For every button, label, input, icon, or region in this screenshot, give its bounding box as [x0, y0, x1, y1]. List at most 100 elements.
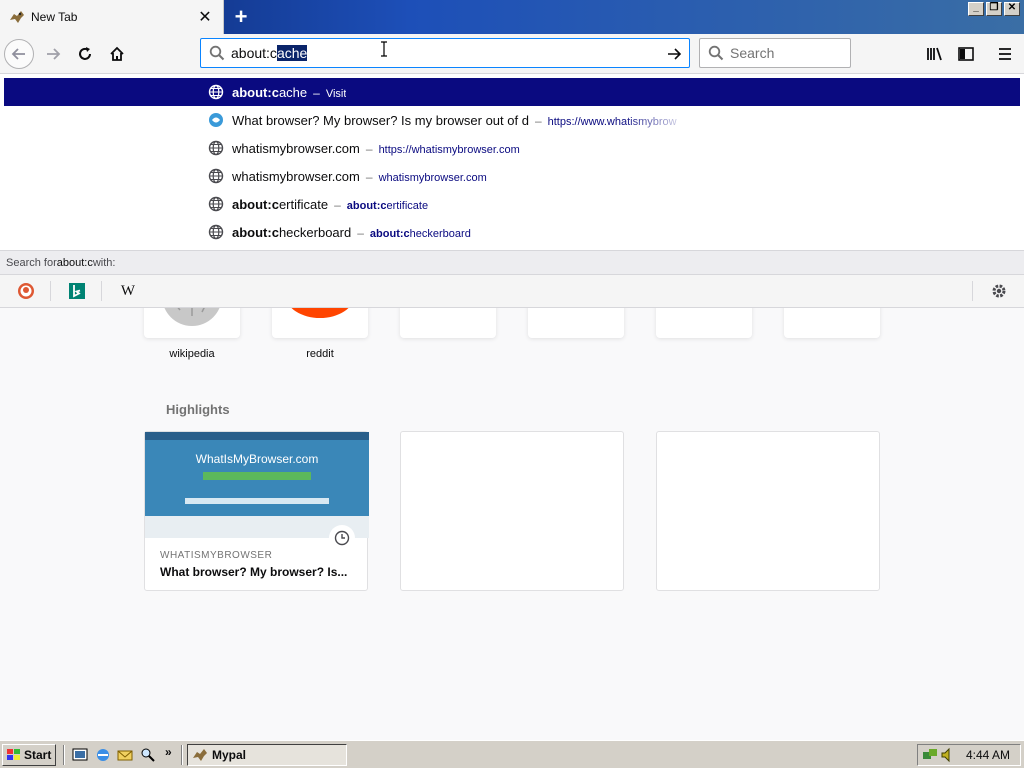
- home-button[interactable]: [102, 39, 132, 69]
- tab-new-tab[interactable]: New Tab ✕: [0, 0, 224, 34]
- mypal-favicon: [193, 749, 207, 761]
- highlight-screenshot: WhatIsMyBrowser.com: [145, 432, 369, 538]
- sidebar-toggle-button[interactable]: [951, 39, 981, 69]
- suggestion-separator: –: [357, 225, 364, 240]
- library-button[interactable]: [920, 39, 950, 69]
- suggestion-separator: –: [365, 169, 373, 184]
- highlight-title: What browser? My browser? Is...: [160, 565, 348, 579]
- suggestion-title: ertificate: [278, 196, 329, 212]
- speaker-icon[interactable]: [940, 747, 956, 763]
- screenshot-site-title: WhatIsMyBrowser.com: [195, 452, 319, 466]
- suggestion-row[interactable]: whatismybrowser.com – whatismybrowser.com: [4, 162, 1020, 190]
- url-typed-text: about:c: [231, 45, 277, 61]
- url-bar[interactable]: about:cache: [200, 38, 690, 68]
- suggestion-separator: –: [313, 85, 320, 100]
- chevron-right-icon[interactable]: »: [165, 745, 172, 759]
- oneoff-suffix: with:: [92, 256, 116, 269]
- reload-button[interactable]: [70, 39, 100, 69]
- suggestion-url: ertificate: [386, 199, 429, 212]
- gear-icon[interactable]: [989, 281, 1009, 301]
- wikipedia-icon[interactable]: W: [118, 281, 138, 301]
- clock-time: 4:44 AM: [965, 748, 1010, 762]
- suggestion-match: about:c: [232, 224, 279, 240]
- engine-divider: [101, 281, 102, 301]
- new-tab-page: wikipedia reddit Highlights WhatIsMyBrow…: [0, 308, 1024, 740]
- highlight-placeholder: [400, 431, 624, 591]
- top-site-empty: [528, 308, 624, 338]
- globe-icon: [208, 168, 224, 184]
- show-desktop-icon[interactable]: [72, 747, 88, 763]
- close-window-button[interactable]: ✕: [1004, 2, 1020, 16]
- outlook-express-icon[interactable]: [117, 747, 133, 763]
- search-icon: [708, 45, 724, 61]
- suggestion-url: whatismybrowser.com: [378, 171, 487, 184]
- suggestion-match: about:c: [232, 84, 279, 100]
- go-arrow-icon[interactable]: [663, 43, 685, 65]
- suggestion-action: Visit: [325, 87, 347, 100]
- windows-logo-icon: [7, 749, 20, 760]
- suggestion-row[interactable]: about:checkerboard – about:checkerboard: [4, 218, 1020, 246]
- search-icon[interactable]: [140, 747, 156, 763]
- suggestion-row[interactable]: about:cache – Visit: [4, 78, 1020, 106]
- taskbar-divider: [181, 745, 183, 765]
- engine-divider: [50, 281, 51, 301]
- top-site-label: wikipedia: [169, 348, 215, 360]
- oneoff-search-header: Search for about:c with:: [0, 250, 1024, 274]
- back-button[interactable]: [4, 39, 34, 69]
- suggestion-row[interactable]: What browser? My browser? Is my browser …: [4, 106, 1020, 134]
- window-controls: _ ❐ ✕: [968, 2, 1020, 16]
- highlights-heading: Highlights: [166, 402, 230, 417]
- suggestion-title: whatismybrowser.com: [232, 168, 360, 184]
- tab-title: New Tab: [31, 10, 78, 24]
- new-tab-button[interactable]: +: [228, 4, 254, 30]
- globe-icon: [208, 84, 224, 100]
- search-bar[interactable]: Search: [699, 38, 851, 68]
- oneoff-engines-row: W: [0, 274, 1024, 307]
- task-label: Mypal: [212, 748, 247, 762]
- suggestion-title: ache: [278, 84, 308, 100]
- close-icon[interactable]: ✕: [195, 7, 215, 27]
- suggestion-url: https://www.whatismybrow: [547, 115, 677, 128]
- top-site-wikipedia[interactable]: wikipedia: [144, 308, 240, 360]
- internet-explorer-icon[interactable]: [95, 747, 111, 763]
- whatismybrowser-favicon: [208, 112, 224, 128]
- top-site-reddit[interactable]: reddit: [272, 308, 368, 360]
- suggestion-separator: –: [334, 197, 341, 212]
- oneoff-prefix: Search for: [6, 256, 57, 269]
- bing-icon[interactable]: [67, 281, 87, 301]
- mypal-favicon: [9, 9, 25, 25]
- text-cursor-icon: [381, 41, 387, 57]
- suggestion-url-match: about:c: [369, 227, 410, 240]
- suggestion-title: whatismybrowser.com: [232, 140, 360, 156]
- nav-toolbar: about:cache Search: [0, 34, 1024, 74]
- suggestion-url: heckerboard: [409, 227, 471, 240]
- globe-icon: [208, 140, 224, 156]
- suggestion-url: https://whatismybrowser.com: [378, 143, 520, 156]
- suggestion-row[interactable]: about:certificate – about:certificate: [4, 190, 1020, 218]
- minimize-button[interactable]: _: [968, 2, 984, 16]
- highlight-context: WHATISMYBROWSER: [160, 550, 273, 561]
- url-autocomplete-selection: ache: [276, 45, 308, 61]
- url-input[interactable]: about:cache: [231, 45, 308, 61]
- restore-button[interactable]: ❐: [986, 2, 1002, 16]
- suggestion-row[interactable]: whatismybrowser.com – https://whatismybrow…: [4, 134, 1020, 162]
- suggestion-separator: –: [534, 113, 542, 128]
- title-bar: New Tab ✕ + _ ❐ ✕: [0, 0, 1024, 34]
- network-icon[interactable]: [922, 747, 938, 763]
- start-button[interactable]: Start: [2, 744, 56, 766]
- globe-icon: [208, 196, 224, 212]
- taskbar-task-mypal[interactable]: Mypal: [187, 744, 347, 766]
- suggestion-match: about:c: [232, 196, 279, 212]
- oneoff-query: about:c: [56, 256, 93, 269]
- system-tray: 4:44 AM: [917, 744, 1021, 766]
- top-site-empty: [784, 308, 880, 338]
- highlight-placeholder: [656, 431, 880, 591]
- duckduckgo-icon[interactable]: [16, 281, 36, 301]
- suggestion-title: heckerboard: [278, 224, 352, 240]
- taskbar-divider: [63, 745, 65, 765]
- autocomplete-popup: about:cache – Visit What browser? My brows…: [0, 74, 1024, 308]
- suggestion-separator: –: [365, 141, 373, 156]
- forward-button[interactable]: [38, 39, 68, 69]
- highlight-card[interactable]: WhatIsMyBrowser.com WHATISMYBROWSER What…: [144, 431, 369, 591]
- menu-button[interactable]: [990, 39, 1020, 69]
